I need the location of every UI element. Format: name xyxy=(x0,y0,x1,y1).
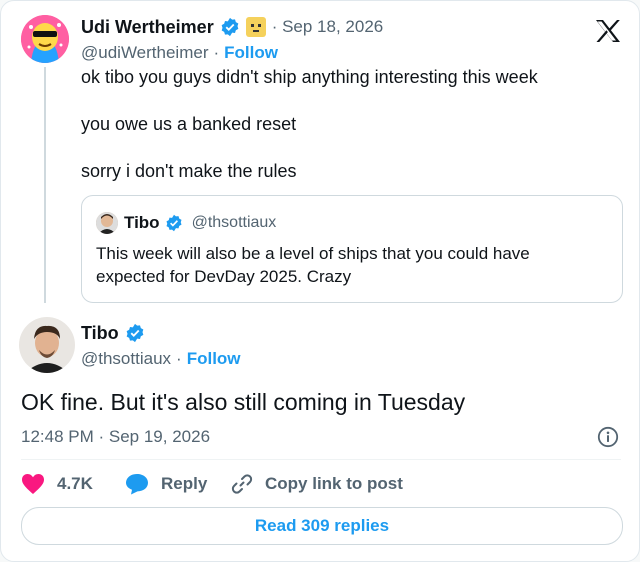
divider xyxy=(21,459,621,460)
copy-link-button[interactable]: Copy link to post xyxy=(231,471,403,497)
avatar-udi[interactable] xyxy=(21,15,69,63)
reply-timestamp[interactable]: 12:48 PM · Sep 19, 2026 xyxy=(21,426,210,448)
reply-button[interactable]: Reply xyxy=(125,471,207,497)
separator: · xyxy=(176,349,182,368)
avatar-tibo-small xyxy=(96,212,118,234)
emoji-icon xyxy=(245,17,266,37)
link-icon xyxy=(231,473,253,495)
reply-author-handle[interactable]: @thsottiaux xyxy=(81,349,171,369)
thread-line xyxy=(44,67,46,303)
author-handle[interactable]: @udiWertheimer xyxy=(81,43,208,63)
verified-badge-icon xyxy=(125,323,145,343)
avatar-tibo[interactable] xyxy=(19,317,75,373)
tweet-line-3: sorry i don't make the rules xyxy=(81,161,297,181)
separator: · xyxy=(213,43,220,62)
quote-line-2: expected for DevDay 2025. Crazy xyxy=(96,267,352,286)
copy-link-label: Copy link to post xyxy=(265,474,403,493)
tweet-date[interactable]: · Sep 18, 2026 xyxy=(272,17,384,37)
info-icon[interactable] xyxy=(597,426,619,448)
quote-author-name: Tibo xyxy=(124,213,160,232)
reply-label: Reply xyxy=(161,474,208,493)
quote-author-handle: @thsottiaux xyxy=(191,214,277,231)
author-name[interactable]: Udi Wertheimer xyxy=(81,17,214,38)
follow-button[interactable]: Follow xyxy=(224,43,278,63)
tweet-card: Udi Wertheimer · Sep 18, 2026 @udiWerthe… xyxy=(0,0,640,562)
like-count: 4.7K xyxy=(57,474,93,493)
heart-icon xyxy=(21,473,45,495)
reply-bubble-icon xyxy=(125,473,149,495)
like-button[interactable]: 4.7K xyxy=(21,471,93,497)
read-replies-button[interactable]: Read 309 replies xyxy=(21,507,623,545)
tweet-line-1: ok tibo you guys didn't ship anything in… xyxy=(81,67,538,87)
quote-line-1: This week will also be a level of ships … xyxy=(96,244,530,263)
reply-author-name[interactable]: Tibo xyxy=(81,323,119,344)
quoted-tweet[interactable]: Tibo @thsottiaux This week will also be … xyxy=(81,195,623,303)
reply-follow-button[interactable]: Follow xyxy=(187,349,241,369)
verified-badge-icon xyxy=(220,17,240,37)
verified-badge-icon xyxy=(165,214,183,232)
reply-text: OK fine. But it's also still coming in T… xyxy=(21,389,466,415)
x-logo-icon[interactable] xyxy=(595,19,621,43)
tweet-line-2: you owe us a banked reset xyxy=(81,114,297,134)
